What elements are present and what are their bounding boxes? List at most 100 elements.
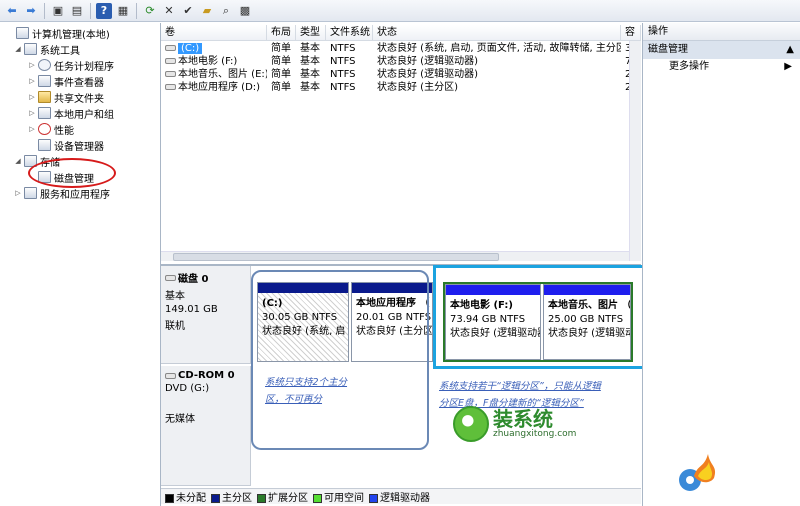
legend-item: 扩展分区 [257,489,308,504]
collapse-triangle-icon[interactable]: ◢ [14,45,22,53]
tree-item-label: 任务计划程序 [54,61,114,73]
tree-item-event-viewer[interactable]: ▷ 事件查看器 [28,73,104,89]
properties-icon[interactable]: ▩ [237,3,253,19]
legend-swatch [165,493,174,503]
table-row[interactable]: 本地音乐、图片 (E:) 简单 基本 NTFS 状态良好 (逻辑驱动器) 25 [161,68,641,81]
tree-item-label: 计算机管理(本地) [32,29,110,41]
flame-disc-logo-icon [679,454,716,491]
table-row[interactable]: 本地电影 (F:) 简单 基本 NTFS 状态良好 (逻辑驱动器) 73 [161,55,641,68]
help-icon[interactable]: ? [96,2,112,19]
legend-swatch [313,493,322,503]
layout-cell: 简单 [271,69,291,80]
watermark-text: 装系统 zhuangxitong.com [493,409,576,439]
cdrom-label[interactable]: CD-ROM 0 DVD (G:) 无媒体 [161,366,251,486]
performance-icon [38,123,51,135]
column-header-status[interactable]: 状态 [373,25,621,41]
disk-icon [165,274,176,281]
drive-icon [165,84,176,90]
column-header-capacity[interactable]: 容 [621,25,641,41]
expand-triangle-icon[interactable]: ▷ [28,93,36,101]
volume-name-cell: 本地应用程序 (D:) [161,81,267,94]
tools-icon [24,43,37,55]
filesystem-cell: NTFS [330,56,356,67]
volume-name: (C:) [178,43,203,54]
tree-item-system-tools[interactable]: ◢ 系统工具 [14,41,80,57]
legend-label: 扩展分区 [268,493,308,504]
expand-triangle-icon[interactable]: ▷ [28,61,36,69]
expand-triangle-icon[interactable]: ▷ [28,125,36,133]
actions-section-disk-management[interactable]: 磁盘管理 ▲ [643,41,800,59]
volume-name: 本地应用程序 (D:) [178,82,261,93]
collapse-triangle-icon[interactable]: ◢ [14,157,22,165]
tree-item-performance[interactable]: ▷ 性能 [28,121,74,137]
collapse-arrow-icon[interactable]: ▲ [786,41,794,59]
cdrom-icon [165,372,176,379]
red-annotation-ellipse [28,158,116,188]
show-hide-tree-icon[interactable]: ▤ [69,3,85,19]
actions-pane: 操作 磁盘管理 ▲ 更多操作 ▶ [642,23,800,506]
delete-icon[interactable]: ✕ [161,3,177,19]
column-header-layout[interactable]: 布局 [267,25,296,41]
column-header-volume[interactable]: 卷 [161,25,267,41]
expand-triangle-icon[interactable]: ▷ [28,77,36,85]
more-actions-item[interactable]: 更多操作 ▶ [643,59,800,75]
back-arrow-icon[interactable]: ⬅ [4,3,20,19]
tree-item-label: 本地用户和组 [54,109,114,121]
filesystem-cell: NTFS [330,82,356,93]
disk0-label[interactable]: 磁盘 0 基本 149.01 GB 联机 [161,266,251,364]
cdrom-drive: DVD (G:) [165,383,210,394]
volume-name-cell: 本地音乐、图片 (E:) [161,68,267,81]
computer-icon [16,27,29,39]
layout-cell: 简单 [271,82,291,93]
shared-folder-icon [38,91,51,103]
legend-item: 可用空间 [313,489,364,504]
more-actions-label: 更多操作 [669,61,709,72]
tree-item-task-scheduler[interactable]: ▷ 任务计划程序 [28,57,114,73]
expand-triangle-icon[interactable]: ▷ [28,109,36,117]
scrollbar-thumb[interactable] [173,253,499,261]
clock-icon [38,59,51,71]
tree-item-local-users[interactable]: ▷ 本地用户和组 [28,105,114,121]
refresh-icon[interactable]: ⟳ [142,3,158,19]
toolbar-separator [44,2,45,19]
status-cell: 状态良好 (系统, 启动, 页面文件, 活动, 故障转储, 主分区) [377,43,621,54]
tree-item-shared-folders[interactable]: ▷ 共享文件夹 [28,89,104,105]
event-viewer-icon [38,75,51,87]
disk0-title-row: 磁盘 0 [165,270,246,285]
services-icon [24,187,37,199]
device-manager-icon [38,139,51,151]
volume-list-header: 卷 布局 类型 文件系统 状态 容 [161,25,641,41]
column-header-type[interactable]: 类型 [296,25,326,41]
horizontal-scrollbar[interactable] [161,251,629,261]
watermark-url: zhuangxitong.com [493,429,577,439]
up-folder-icon[interactable]: ▣ [50,3,66,19]
volume-name-cell: 本地电影 (F:) [161,55,267,68]
legend-swatch [257,493,266,503]
column-header-filesystem[interactable]: 文件系统 [326,25,373,41]
check-icon[interactable]: ✔ [180,3,196,19]
legend-item: 主分区 [211,489,252,504]
filesystem-cell: NTFS [330,69,356,80]
note-line: 系统支持若干“逻辑分区”，只能从逻辑 [439,381,601,392]
watermark: 装系统 zhuangxitong.com [453,406,576,442]
search-icon[interactable]: ⌕ [218,3,234,19]
table-row[interactable]: (C:) 简单 基本 NTFS 状态良好 (系统, 启动, 页面文件, 活动, … [161,42,641,55]
navigation-tree: 计算机管理(本地) ◢ 系统工具 ▷ 任务计划程序 ▷ 事件查看器 ▷ 共享文件… [0,23,161,506]
tree-item-device-manager[interactable]: 设备管理器 [28,137,104,153]
toolbar-separator [90,2,91,19]
table-row[interactable]: 本地应用程序 (D:) 简单 基本 NTFS 状态良好 (主分区) 20 [161,81,641,94]
legend-bar: 未分配 主分区 扩展分区 可用空间 逻辑驱动器 [161,488,641,504]
vertical-scrollbar[interactable] [629,41,641,261]
cdrom-title-row: CD-ROM 0 [165,370,246,381]
view-icon[interactable]: ▦ [115,3,131,19]
filesystem-cell: NTFS [330,43,356,54]
watermark-logo-icon [453,406,489,442]
cdrom-media: 无媒体 [165,414,195,425]
expand-triangle-icon[interactable]: ▷ [14,189,22,197]
legend-swatch [211,493,220,503]
tree-item-computer-management[interactable]: 计算机管理(本地) [6,25,110,41]
layout-cell: 简单 [271,43,291,54]
legend-label: 主分区 [222,493,252,504]
open-folder-icon[interactable]: ▰ [199,3,215,19]
forward-arrow-icon[interactable]: ➡ [23,3,39,19]
